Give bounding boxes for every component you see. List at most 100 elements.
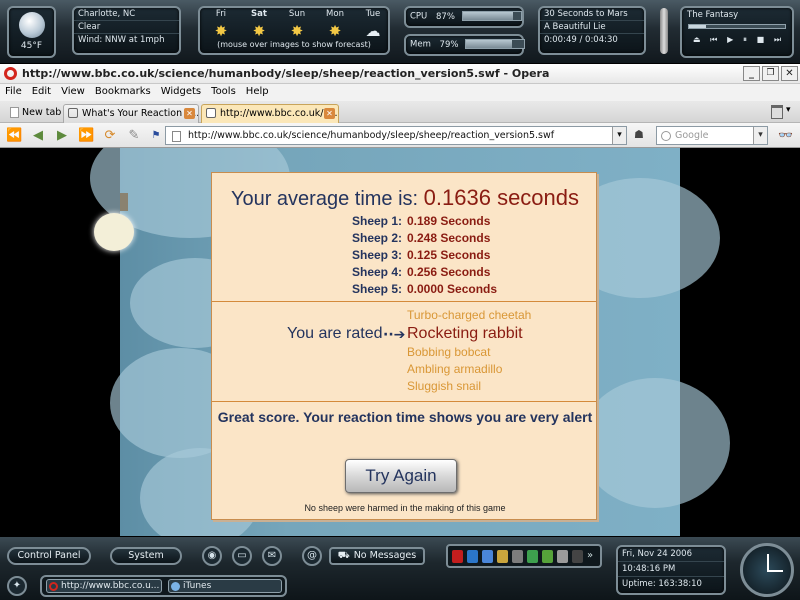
- minimize-button[interactable]: _: [743, 66, 760, 81]
- messages-button[interactable]: ⛟ No Messages: [329, 547, 425, 565]
- start-icon[interactable]: ✦: [7, 576, 27, 596]
- folder-icon[interactable]: ▭: [232, 546, 252, 566]
- scrollbar-widget[interactable]: [660, 8, 668, 54]
- pause-icon[interactable]: ⏸: [743, 35, 747, 45]
- search-placeholder: Google: [675, 130, 709, 141]
- tray-app-icon[interactable]: [512, 550, 523, 563]
- stop-icon[interactable]: ■: [757, 35, 765, 45]
- tray-app-icon[interactable]: [482, 550, 493, 563]
- weather-icon-panel[interactable]: 45°F: [7, 6, 56, 58]
- weather-city: Charlotte, NC: [74, 8, 179, 21]
- back-icon[interactable]: ◀: [30, 128, 46, 144]
- cpu-bar: [461, 11, 522, 21]
- car-icon: ⛟: [337, 550, 350, 561]
- sheep-label: Sheep 5:: [351, 282, 402, 296]
- sheep-time: 0.0000 Seconds: [407, 282, 498, 296]
- chevron-down-icon[interactable]: ▾: [786, 105, 791, 115]
- menu-file[interactable]: File: [0, 84, 27, 97]
- fast-forward-icon[interactable]: ⏩: [78, 128, 94, 144]
- menu-bookmarks[interactable]: Bookmarks: [90, 84, 156, 97]
- tray-app-icon[interactable]: [542, 550, 553, 563]
- rating-option: Ambling armadillo: [407, 362, 503, 376]
- tray-app-icon[interactable]: [527, 550, 538, 563]
- sun-icon[interactable]: ✸: [206, 22, 236, 40]
- sun-icon[interactable]: ✸: [282, 22, 312, 40]
- weather-panel[interactable]: Charlotte, NC Clear Wind: NNW at 1mph: [72, 6, 181, 55]
- system-button[interactable]: System: [110, 547, 182, 565]
- zoom-glasses-icon[interactable]: 👓: [778, 128, 793, 142]
- tray-app-icon[interactable]: [467, 550, 478, 563]
- address-dropdown-icon[interactable]: ▾: [612, 127, 626, 144]
- tab-close-icon[interactable]: ✕: [184, 108, 195, 119]
- sun-icon[interactable]: ✸: [244, 22, 274, 40]
- top-widget-bar: 45°F Charlotte, NC Clear Wind: NNW at 1m…: [0, 0, 800, 64]
- menu-edit[interactable]: Edit: [27, 84, 56, 97]
- cloud-icon[interactable]: ☁: [358, 22, 388, 40]
- opera-logo-icon: [49, 582, 58, 591]
- address-bar[interactable]: http://www.bbc.co.uk/science/humanbody/s…: [165, 126, 627, 145]
- forecast-panel[interactable]: Fri Sat Sun Mon Tue ✸ ✸ ✸ ✸ ☁ (mouse over images…: [198, 6, 390, 55]
- try-again-button[interactable]: Try Again: [345, 459, 457, 493]
- tray-app-icon[interactable]: [497, 550, 508, 563]
- sheep-label: Sheep 1:: [351, 214, 402, 228]
- rewind-icon[interactable]: ⏪: [6, 128, 22, 144]
- edit-icon[interactable]: ✎: [126, 128, 142, 144]
- cpu-label: CPU: [410, 11, 428, 22]
- media-player-panel[interactable]: The Fantasy ⏏ ⏮ ▶ ⏸ ■ ⏭: [680, 6, 794, 58]
- task-itunes[interactable]: iTunes: [168, 579, 282, 593]
- page-content: Your average time is: 0.1636 seconds She…: [0, 148, 800, 536]
- average-label: Your average time is:: [230, 188, 419, 210]
- previous-icon[interactable]: ⏮: [710, 35, 717, 45]
- clock-panel[interactable]: Fri, Nov 24 2006 10:48:16 PM Uptime: 163…: [616, 545, 726, 595]
- sun-icon[interactable]: ✸: [320, 22, 350, 40]
- menu-view[interactable]: View: [56, 84, 90, 97]
- reload-icon[interactable]: ⟳: [102, 128, 118, 144]
- tray-app-icon[interactable]: [557, 550, 568, 563]
- arrow-right-icon: ··➔: [383, 327, 406, 343]
- now-playing-panel[interactable]: 30 Seconds to Mars A Beautiful Lie 0:00:…: [538, 6, 646, 55]
- disclaimer: No sheep were harmed in the making of th…: [304, 503, 506, 513]
- task-opera[interactable]: http://www.bbc.co.u...: [46, 579, 162, 593]
- window-titlebar: http://www.bbc.co.uk/science/humanbody/s…: [0, 64, 800, 84]
- search-input[interactable]: Google ▾: [656, 126, 768, 145]
- time: 10:48:16 PM: [618, 562, 724, 577]
- tray-expand-icon[interactable]: »: [587, 550, 593, 561]
- window-title: http://www.bbc.co.uk/science/humanbody/s…: [22, 67, 550, 80]
- close-button[interactable]: ✕: [781, 66, 798, 81]
- tab-close-icon[interactable]: ✕: [324, 108, 335, 119]
- task-label: http://www.bbc.co.u...: [61, 581, 160, 591]
- tray-app-icon[interactable]: [572, 550, 583, 563]
- forward-icon[interactable]: ▶: [54, 128, 70, 144]
- wand-icon[interactable]: ☗: [634, 128, 644, 141]
- uptime: Uptime: 163:38:10: [622, 579, 702, 589]
- email-at-icon[interactable]: @: [302, 546, 322, 566]
- navigation-bar: ⏪ ◀ ▶ ⏩ ⟳ ✎ ⚑ http://www.bbc.co.uk/scien…: [0, 123, 800, 148]
- analog-clock-icon[interactable]: [740, 543, 794, 597]
- trash-icon[interactable]: [771, 105, 783, 119]
- next-icon[interactable]: ⏭: [774, 35, 781, 45]
- control-panel-button[interactable]: Control Panel: [7, 547, 91, 565]
- date: Fri, Nov 24 2006: [618, 547, 724, 562]
- bookmark-icon[interactable]: ⚑: [148, 128, 164, 144]
- tab-bbc-active[interactable]: http://www.bbc.co.uk/s... ✕: [201, 104, 339, 123]
- sheep-label: Sheep 4:: [351, 265, 402, 279]
- new-tab-icon: [10, 107, 19, 118]
- forecast-day: Tue: [365, 9, 381, 19]
- menu-help[interactable]: Help: [241, 84, 274, 97]
- opera-logo-icon: [4, 67, 17, 80]
- taskbar: Control Panel System ◉ ▭ ✉ @ ⛟ No Message…: [0, 536, 800, 600]
- menu-widgets[interactable]: Widgets: [156, 84, 206, 97]
- player-seek-bar[interactable]: [688, 24, 786, 29]
- restore-button[interactable]: ❐: [762, 66, 779, 81]
- page-icon: [206, 108, 216, 118]
- play-icon[interactable]: ▶: [727, 35, 733, 45]
- menu-tools[interactable]: Tools: [206, 84, 241, 97]
- tray-app-icon[interactable]: [452, 550, 463, 563]
- rating-option: Turbo-charged cheetah: [407, 308, 532, 322]
- chat-icon[interactable]: ✉: [262, 546, 282, 566]
- globe-icon[interactable]: ◉: [202, 546, 222, 566]
- tab-reaction-time[interactable]: What's Your Reaction Ti... ✕: [63, 104, 199, 123]
- eject-icon[interactable]: ⏏: [693, 35, 701, 45]
- search-dropdown-icon[interactable]: ▾: [753, 127, 767, 144]
- new-tab-button[interactable]: New tab: [4, 104, 62, 123]
